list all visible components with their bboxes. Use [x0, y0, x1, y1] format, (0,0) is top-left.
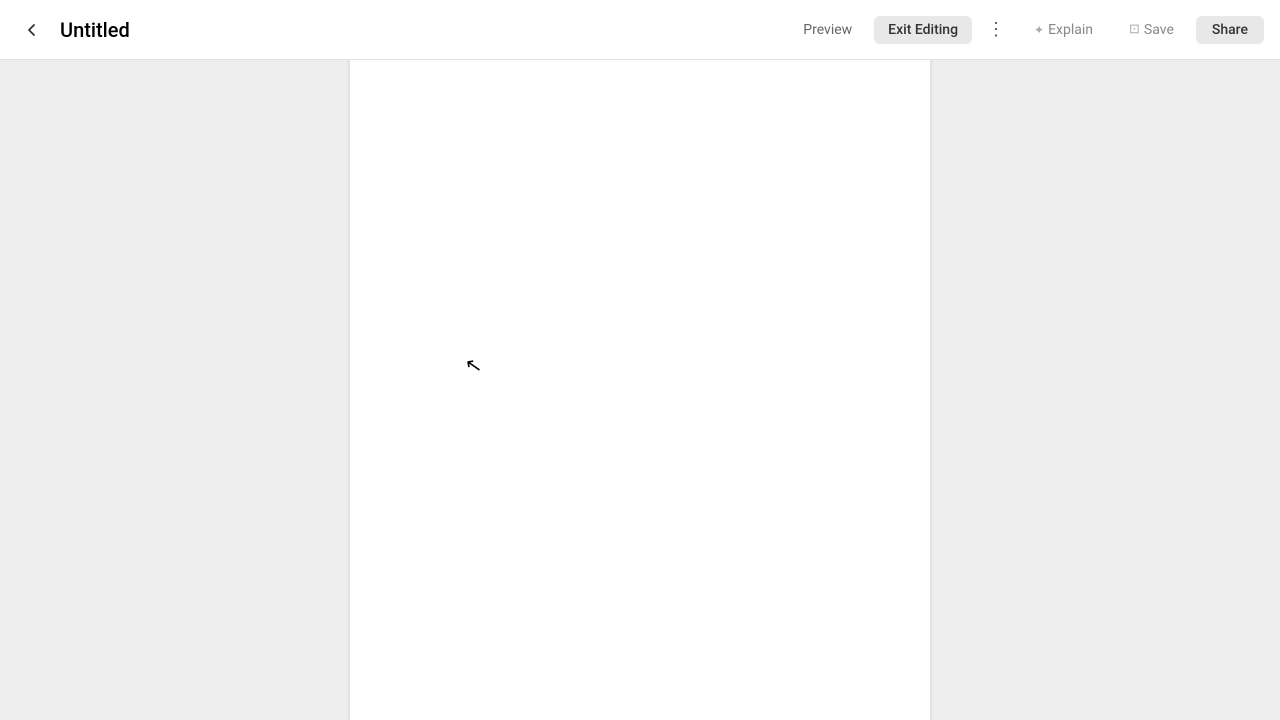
save-label: Save	[1144, 22, 1174, 38]
save-disk-icon: ⊡	[1129, 22, 1140, 37]
back-button[interactable]	[16, 14, 48, 46]
header-left: Untitled	[16, 14, 130, 46]
explain-spark-icon: ✦	[1034, 23, 1044, 37]
save-button[interactable]: ⊡ Save	[1115, 16, 1188, 44]
cursor-indicator: ↖	[463, 354, 483, 377]
explain-button[interactable]: ✦ Explain	[1020, 16, 1107, 44]
more-icon: ⋮	[987, 19, 1005, 40]
more-options-button[interactable]: ⋮	[980, 14, 1012, 46]
exit-editing-button[interactable]: Exit Editing	[874, 16, 972, 44]
document-canvas[interactable]: ↖	[350, 55, 930, 720]
header-right: Preview Exit Editing ⋮ ✦ Explain ⊡ Save …	[789, 14, 1264, 46]
explain-label: Explain	[1048, 22, 1093, 38]
preview-button[interactable]: Preview	[789, 16, 866, 44]
share-button[interactable]: Share	[1196, 16, 1264, 44]
document-title: Untitled	[60, 18, 130, 42]
header: Untitled Preview Exit Editing ⋮ ✦ Explai…	[0, 0, 1280, 60]
main-content: ↖	[0, 60, 1280, 720]
back-icon	[24, 22, 40, 38]
